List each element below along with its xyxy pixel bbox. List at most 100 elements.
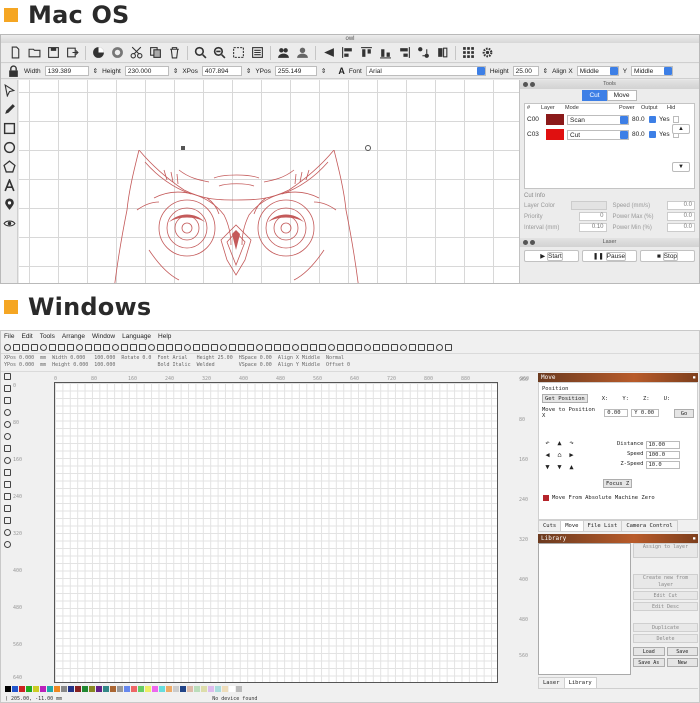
window-controls[interactable] — [523, 82, 535, 87]
palette-swatch[interactable] — [124, 686, 130, 692]
create-from-layer-button[interactable]: Create new from layer — [633, 574, 698, 589]
zoom-out-icon[interactable] — [130, 344, 137, 351]
font-height-field[interactable]: 25.00 — [512, 66, 539, 76]
copy-icon[interactable] — [94, 344, 101, 351]
tab-icon[interactable] — [4, 493, 11, 500]
stepper-icon[interactable]: ⇕ — [173, 67, 178, 75]
pen-icon[interactable] — [4, 385, 11, 392]
menu-arrange[interactable]: Arrange — [62, 331, 85, 342]
circle-icon[interactable] — [67, 344, 74, 351]
ungroup-icon[interactable] — [202, 344, 209, 351]
node-icon[interactable] — [427, 344, 434, 351]
palette-swatch[interactable] — [89, 686, 95, 692]
palette-swatch[interactable] — [110, 686, 116, 692]
frame-icon[interactable] — [232, 46, 245, 59]
palette-swatch[interactable] — [222, 686, 228, 692]
group-icon[interactable] — [193, 344, 200, 351]
palette-swatch[interactable] — [54, 686, 60, 692]
speed-field[interactable]: 0.0 — [667, 201, 695, 210]
align-left-icon[interactable] — [341, 46, 354, 59]
tab-move[interactable]: Move — [560, 520, 584, 531]
grid-icon[interactable] — [462, 46, 475, 59]
palette-swatch[interactable] — [33, 686, 39, 692]
distribute-h-icon[interactable] — [265, 344, 272, 351]
height-field[interactable]: 230.000 — [124, 66, 169, 76]
save-as-button[interactable]: Save As — [633, 658, 665, 667]
align-top-icon[interactable] — [229, 344, 236, 351]
assign-to-layer-button[interactable]: Assign to layer — [633, 543, 698, 558]
arrow-left-icon[interactable] — [283, 344, 290, 351]
eye-icon[interactable] — [3, 217, 16, 230]
rotary-icon[interactable] — [4, 529, 11, 536]
height-field[interactable]: Height 0.000 — [52, 362, 88, 368]
layer-color-swatch[interactable] — [546, 129, 564, 140]
rotate-field[interactable]: Rotate 0.0 — [121, 355, 151, 361]
rectangle-icon[interactable] — [4, 397, 11, 404]
align-top-icon[interactable] — [360, 46, 373, 59]
select-arrow-icon[interactable] — [4, 373, 11, 380]
stop-button[interactable]: ■ Stop — [640, 250, 695, 262]
tab-laser[interactable]: Laser — [538, 677, 565, 688]
close-dot-icon[interactable] — [523, 240, 528, 245]
pen-icon[interactable] — [3, 103, 16, 116]
ypos-field[interactable]: YPos 0.000 — [4, 362, 34, 368]
layer-color-field[interactable] — [570, 201, 607, 210]
speed-field[interactable]: 100.0 — [645, 451, 680, 459]
absolute-zero-checkbox[interactable] — [543, 495, 549, 501]
pie-icon[interactable] — [49, 344, 56, 351]
tab-file-list[interactable]: File List — [582, 520, 623, 531]
align-right-icon[interactable] — [398, 46, 411, 59]
stepper-icon[interactable]: ⇕ — [543, 67, 548, 75]
polygon-icon[interactable] — [4, 421, 11, 428]
bold-checkbox[interactable]: Bold — [157, 362, 169, 368]
ungroup-icon[interactable] — [296, 46, 309, 59]
move-layer-up-button[interactable]: ▲ — [672, 124, 690, 134]
layer-row[interactable]: C00 Scan 80.0 Yes — [525, 112, 694, 127]
load-button[interactable]: Load — [633, 647, 665, 656]
polygon-icon[interactable] — [3, 160, 16, 173]
boolean-icon[interactable] — [418, 344, 425, 351]
settings-icon[interactable] — [373, 344, 380, 351]
jog-up-icon[interactable]: ▲ — [555, 439, 564, 448]
monitor-icon[interactable] — [166, 344, 173, 351]
zoom-page-icon[interactable] — [148, 344, 155, 351]
palette-swatch[interactable] — [12, 686, 18, 692]
star-icon[interactable] — [184, 344, 191, 351]
flip-icon[interactable] — [436, 46, 449, 59]
delete-button[interactable]: Delete — [633, 634, 698, 643]
text-tool-icon[interactable]: A — [338, 66, 345, 76]
rotate-left-icon[interactable]: ↶ — [543, 439, 552, 448]
go-button[interactable]: Go — [674, 408, 694, 418]
zspeed-field[interactable]: 10.0 — [645, 461, 680, 469]
menu-language[interactable]: Language — [122, 331, 151, 342]
zoom-in-icon[interactable] — [194, 46, 207, 59]
layer-color-swatch[interactable] — [546, 114, 564, 125]
focus-z-button[interactable]: Focus Z — [603, 479, 633, 488]
redo-icon[interactable] — [85, 344, 92, 351]
tab-cuts[interactable]: Cuts — [538, 520, 562, 531]
palette-swatch[interactable] — [194, 686, 200, 692]
palette-swatch[interactable] — [173, 686, 179, 692]
palette-swatch[interactable] — [215, 686, 221, 692]
palette-swatch[interactable] — [96, 686, 102, 692]
export-icon[interactable] — [66, 46, 79, 59]
font-dropdown[interactable]: Arial — [365, 66, 486, 76]
output-checkbox[interactable] — [649, 131, 656, 138]
zoom-out-icon[interactable] — [213, 46, 226, 59]
font-height-field[interactable]: Height 25.00 — [197, 355, 233, 361]
distribute-icon[interactable] — [417, 46, 430, 59]
welded-checkbox[interactable]: Welded — [197, 362, 233, 368]
rotate-icon[interactable] — [364, 344, 371, 351]
weld-icon[interactable] — [175, 344, 182, 351]
close-icon[interactable]: ▪ — [692, 373, 696, 382]
xpos-field[interactable]: XPos 0.000 — [4, 355, 34, 361]
zoom-frame-icon[interactable] — [139, 344, 146, 351]
crosshair-icon[interactable] — [328, 344, 335, 351]
tab-cut[interactable]: Cut — [582, 90, 607, 101]
gear-icon[interactable] — [481, 46, 494, 59]
camera-icon[interactable] — [157, 344, 164, 351]
layer-mode-dropdown[interactable]: Cut — [567, 129, 629, 140]
spacing-icon[interactable] — [337, 344, 344, 351]
palette-swatch[interactable] — [75, 686, 81, 692]
position-pin-icon[interactable] — [4, 457, 11, 464]
